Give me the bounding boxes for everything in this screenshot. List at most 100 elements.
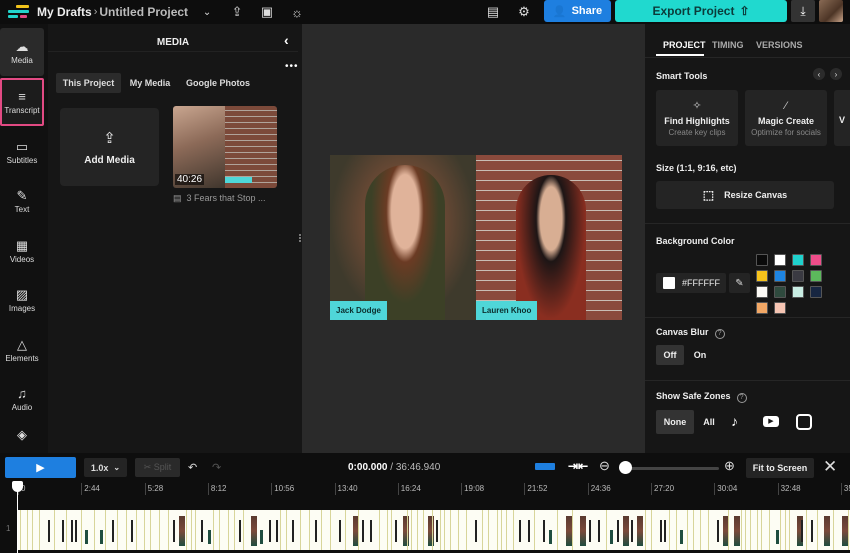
tab-my-media[interactable]: My Media (124, 73, 176, 93)
color-swatch[interactable] (756, 286, 768, 298)
youtube-icon[interactable]: ▶ (763, 416, 779, 427)
video-track[interactable] (18, 510, 850, 550)
lightbulb-icon[interactable]: ☼ (284, 1, 310, 23)
color-swatch[interactable] (774, 302, 786, 314)
breadcrumb-my-drafts[interactable]: My Drafts (37, 5, 92, 19)
split-button[interactable]: ✂ Split (135, 458, 180, 477)
color-swatch[interactable] (774, 286, 786, 298)
track-clip-segment (126, 510, 127, 550)
comment-icon[interactable]: ▤ (480, 1, 506, 23)
track-clip-segment (32, 510, 33, 550)
eyedropper-button[interactable]: ✎ (729, 273, 750, 293)
background-color-input[interactable]: #FFFFFF (656, 273, 726, 293)
fit-to-screen-button[interactable]: Fit to Screen (746, 458, 814, 478)
canvas-blur-on[interactable]: On (688, 345, 712, 365)
help-icon[interactable]: ? (736, 393, 747, 403)
color-swatch[interactable] (810, 254, 822, 266)
safe-zone-none[interactable]: None (656, 410, 694, 434)
color-swatch[interactable] (792, 254, 804, 266)
canvas-blur-off[interactable]: Off (656, 345, 684, 365)
tab-project[interactable]: PROJECT (663, 40, 706, 50)
smart-tools-prev-button[interactable]: ‹ (813, 68, 825, 80)
color-swatch[interactable] (792, 270, 804, 282)
color-swatch[interactable] (810, 286, 822, 298)
media-caption[interactable]: ▤ 3 Fears that Stop ... (173, 193, 266, 204)
sidebar-item-elements[interactable]: △ Elements (0, 326, 44, 374)
color-swatch[interactable] (756, 270, 768, 282)
color-swatch[interactable] (756, 254, 768, 266)
tab-timing[interactable]: TIMING (712, 40, 744, 50)
card-subtitle: Create key clips (668, 128, 726, 137)
sidebar-item-label: Images (8, 303, 36, 313)
chevron-down-icon[interactable]: ⌄ (194, 1, 220, 23)
snap-toggle-icon[interactable] (535, 463, 555, 470)
play-button[interactable]: ▶ (5, 457, 76, 478)
sidebar-item-subtitles[interactable]: ▭ Subtitles (0, 128, 44, 176)
track-clip-segment (186, 510, 187, 550)
tab-this-project[interactable]: This Project (56, 73, 121, 93)
redo-icon[interactable]: ↷ (212, 461, 221, 474)
undo-icon[interactable]: ↶ (188, 461, 197, 474)
gear-icon[interactable]: ⚙ (511, 1, 537, 23)
add-media-button[interactable]: ⇪ Add Media (60, 108, 159, 186)
export-project-button[interactable]: Export Project ⇧ (615, 0, 787, 22)
zoom-slider-knob[interactable] (618, 461, 632, 474)
sidebar-item-text[interactable]: ✎ Text (0, 177, 44, 225)
app-logo[interactable] (8, 4, 30, 20)
more-options-icon[interactable]: ••• (285, 61, 299, 72)
track-clip-segment (717, 520, 719, 542)
speed-select[interactable]: 1.0x ⌄ (84, 458, 127, 477)
timeline-ruler[interactable]: 0 2:44 5:28 8:12 10:56 13:40 16:24 19:08 21:52 24… (0, 478, 850, 508)
track-clip-segment (362, 520, 364, 542)
color-swatch[interactable] (774, 270, 786, 282)
smart-tool-card-partial[interactable]: V (834, 90, 850, 146)
sidebar-item-media[interactable]: ☁ Media (0, 28, 44, 76)
color-swatch[interactable] (774, 254, 786, 266)
ruler-tick: 10:56 (271, 483, 294, 495)
safe-zone-all[interactable]: All (700, 410, 718, 434)
track-clip-segment (131, 520, 133, 542)
playhead-handle[interactable] (12, 481, 23, 492)
smart-tools-next-button[interactable]: › (830, 68, 842, 80)
download-button[interactable]: ⤓ (791, 0, 815, 22)
project-name[interactable]: Untitled Project (99, 5, 188, 19)
sidebar-item-layers[interactable]: ◈ (0, 420, 44, 450)
help-icon[interactable]: ? (714, 329, 725, 339)
close-timeline-icon[interactable]: ✕ (823, 457, 837, 477)
fit-clips-icon[interactable]: ⇥⇤ (568, 459, 588, 473)
sidebar-item-audio[interactable]: ♫ Audio (0, 375, 44, 423)
user-avatar[interactable] (819, 0, 843, 22)
zoom-out-icon[interactable]: ⊖ (599, 458, 610, 474)
share-button[interactable]: 👤 Share (544, 0, 611, 22)
tab-google-photos[interactable]: Google Photos (181, 73, 255, 93)
tab-versions[interactable]: VERSIONS (756, 40, 803, 50)
subtitle-icon[interactable]: ▣ (254, 1, 280, 23)
color-swatch[interactable] (792, 286, 804, 298)
zoom-slider-track[interactable] (621, 467, 719, 470)
hex-value: #FFFFFF (682, 278, 720, 288)
upload-icon[interactable]: ⇪ (224, 1, 250, 23)
color-swatch[interactable] (810, 270, 822, 282)
resize-handle[interactable] (299, 234, 301, 242)
resize-canvas-button[interactable]: ⬚ Resize Canvas (656, 181, 834, 209)
color-swatch[interactable] (756, 302, 768, 314)
track-clip-segment (589, 520, 591, 542)
sidebar-item-transcript[interactable]: ≡ Transcript (0, 78, 44, 126)
track-clip-segment (48, 520, 50, 542)
sidebar-item-videos[interactable]: ▦ Videos (0, 227, 44, 275)
track-clip-segment (280, 510, 281, 550)
instagram-icon[interactable] (796, 414, 812, 430)
collapse-panel-icon[interactable]: ‹ (284, 32, 289, 48)
panel-divider (48, 51, 298, 52)
find-highlights-card[interactable]: ✧ Find Highlights Create key clips (656, 90, 738, 146)
track-clip-segment (440, 510, 441, 550)
speaker-name-tag: Jack Dodge (330, 301, 387, 320)
sidebar-item-images[interactable]: ▨ Images (0, 276, 44, 324)
track-clip-segment (664, 520, 666, 542)
zoom-in-icon[interactable]: ⊕ (724, 458, 735, 474)
tiktok-icon[interactable]: ♪ (731, 413, 738, 429)
video-canvas[interactable]: Jack Dodge Lauren Khoo (330, 155, 622, 320)
magic-create-card[interactable]: ⁄ Magic Create Optimize for socials (745, 90, 827, 146)
resize-canvas-icon: ⬚ (702, 188, 715, 202)
track-clip-segment (159, 510, 160, 550)
